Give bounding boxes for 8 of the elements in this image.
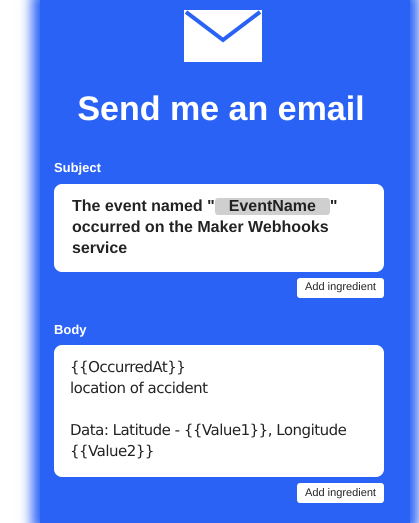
field-label: Subject <box>54 159 102 177</box>
envelope-icon <box>184 10 262 62</box>
subject-field[interactable]: The event named " EventName " occurred on the Maker Webhooks service <box>54 184 384 272</box>
field-label: Body <box>54 320 88 339</box>
add-ingredient-button[interactable]: Add ingredient <box>297 483 384 503</box>
page-title: Send me an email <box>77 92 365 126</box>
body-field[interactable]: {{OccurredAt}} location of accident Data: Latitude - {{Value1}}, Longitude {{Value2}} <box>54 345 384 477</box>
add-ingredient-button[interactable]: Add ingredient <box>297 278 384 298</box>
